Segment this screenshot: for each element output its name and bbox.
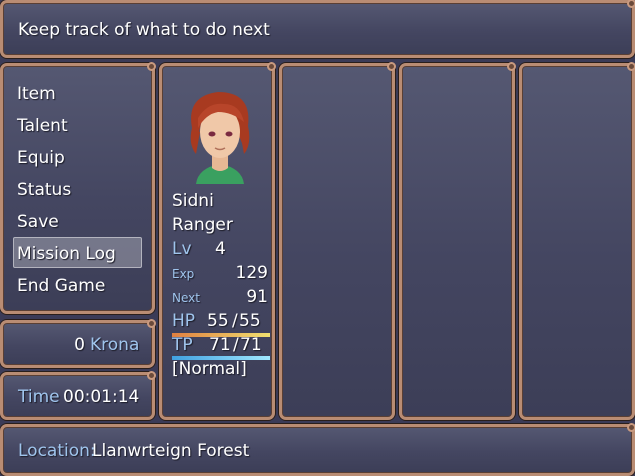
next-value: 91 — [246, 287, 268, 307]
location-value: Llanwrteign Forest — [92, 441, 250, 461]
actor-class: Ranger — [172, 215, 233, 235]
location-window: Location: Llanwrteign Forest — [0, 423, 635, 476]
menu-item-item[interactable]: Item — [17, 83, 56, 105]
command-window: Item Talent Equip Status Save Mission Lo… — [0, 62, 156, 314]
tp-current: 71 — [209, 335, 231, 355]
exp-value: 129 — [235, 263, 268, 283]
menu-item-equip[interactable]: Equip — [17, 147, 65, 169]
tp-separator: / — [233, 335, 239, 355]
hp-separator: / — [232, 311, 238, 331]
actor-name: Sidni — [172, 191, 214, 211]
time-window: Time 00:01:14 — [0, 371, 156, 420]
gold-unit: Krona — [90, 335, 140, 355]
location-label: Location: — [18, 441, 96, 461]
hp-label: HP — [172, 311, 196, 331]
gold-amount: 0 — [74, 335, 85, 355]
actor-state: [Normal] — [172, 359, 247, 379]
level-value: 4 — [215, 239, 226, 259]
exp-label: Exp — [172, 267, 195, 281]
party-slot-3 — [399, 62, 516, 420]
actor-portrait — [190, 92, 250, 184]
level-label: Lv — [172, 239, 192, 259]
menu-item-save[interactable]: Save — [17, 211, 59, 233]
menu-item-mission-log[interactable]: Mission Log — [17, 243, 116, 265]
menu-item-status[interactable]: Status — [17, 179, 71, 201]
gold-window: 0 Krona — [0, 319, 156, 368]
hp-current: 55 — [207, 311, 229, 331]
party-slot-2 — [279, 62, 396, 420]
next-label: Next — [172, 291, 200, 305]
party-slot-4 — [519, 62, 635, 420]
tp-max: 71 — [240, 335, 262, 355]
menu-item-talent[interactable]: Talent — [17, 115, 68, 137]
time-value: 00:01:14 — [63, 387, 140, 407]
time-label: Time — [18, 387, 60, 407]
help-window: Keep track of what to do next — [0, 0, 635, 58]
actor-status-window[interactable]: Sidni Ranger Lv 4 Exp 129 Next 91 HP 55 … — [159, 62, 276, 420]
help-text: Keep track of what to do next — [18, 20, 270, 40]
tp-label: TP — [172, 335, 193, 355]
hp-max: 55 — [239, 311, 261, 331]
menu-item-end-game[interactable]: End Game — [17, 275, 105, 297]
